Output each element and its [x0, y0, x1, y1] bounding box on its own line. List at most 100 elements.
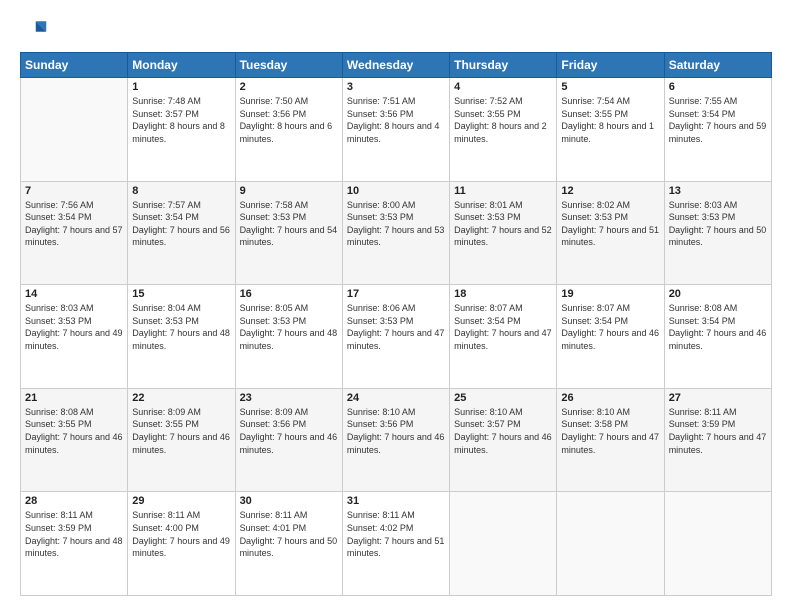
day-info: Sunrise: 8:00 AM Sunset: 3:53 PM Dayligh…: [347, 199, 445, 249]
calendar-cell: 21 Sunrise: 8:08 AM Sunset: 3:55 PM Dayli…: [21, 388, 128, 492]
calendar-cell: 7Sunrise: 7:56 AM Sunset: 3:54 PM Daylig…: [21, 181, 128, 285]
day-number: 18: [454, 288, 552, 300]
day-number: 19: [561, 288, 659, 300]
col-wednesday: Wednesday: [342, 53, 449, 78]
calendar-week-1: 7Sunrise: 7:56 AM Sunset: 3:54 PM Daylig…: [21, 181, 772, 285]
calendar-table: Sunday Monday Tuesday Wednesday Thursday…: [20, 52, 772, 596]
calendar-cell: 5Sunrise: 7:54 AM Sunset: 3:55 PM Daylig…: [557, 78, 664, 182]
day-number: 11: [454, 185, 552, 197]
day-info: Sunrise: 8:11 AM Sunset: 4:01 PM Dayligh…: [240, 509, 338, 559]
day-number: 27: [669, 392, 767, 404]
calendar-cell: 19 Sunrise: 8:07 AM Sunset: 3:54 PM Dayli…: [557, 285, 664, 389]
day-number: 22: [132, 392, 230, 404]
day-number: 23: [240, 392, 338, 404]
day-number: 12: [561, 185, 659, 197]
day-number: 28: [25, 495, 123, 507]
col-thursday: Thursday: [450, 53, 557, 78]
day-number: 30: [240, 495, 338, 507]
day-info: Sunrise: 8:11 AM Sunset: 3:59 PM Dayligh…: [25, 509, 123, 559]
calendar-cell: 24 Sunrise: 8:10 AM Sunset: 3:56 PM Dayli…: [342, 388, 449, 492]
calendar-cell: 16Sunrise: 8:05 AM Sunset: 3:53 PM Dayli…: [235, 285, 342, 389]
day-info: Sunrise: 8:09 AM Sunset: 3:56 PM Dayligh…: [240, 406, 338, 456]
calendar-header-row: Sunday Monday Tuesday Wednesday Thursday…: [21, 53, 772, 78]
day-info: Sunrise: 8:02 AM Sunset: 3:53 PM Dayligh…: [561, 199, 659, 249]
calendar-cell: 17 Sunrise: 8:06 AM Sunset: 3:53 PM Dayli…: [342, 285, 449, 389]
calendar-cell: 23 Sunrise: 8:09 AM Sunset: 3:56 PM Dayli…: [235, 388, 342, 492]
calendar-cell: 2 Sunrise: 7:50 AM Sunset: 3:56 PM Daylig…: [235, 78, 342, 182]
day-info: Sunrise: 8:11 AM Sunset: 4:02 PM Dayligh…: [347, 509, 445, 559]
calendar-cell: 3 Sunrise: 7:51 AM Sunset: 3:56 PM Daylig…: [342, 78, 449, 182]
day-number: 4: [454, 81, 552, 93]
day-info: Sunrise: 8:03 AM Sunset: 3:53 PM Dayligh…: [25, 302, 123, 352]
calendar-cell: [21, 78, 128, 182]
day-number: 17: [347, 288, 445, 300]
calendar-week-4: 28 Sunrise: 8:11 AM Sunset: 3:59 PM Dayli…: [21, 492, 772, 596]
calendar-week-0: 1 Sunrise: 7:48 AM Sunset: 3:57 PM Daylig…: [21, 78, 772, 182]
col-tuesday: Tuesday: [235, 53, 342, 78]
day-number: 26: [561, 392, 659, 404]
day-number: 21: [25, 392, 123, 404]
col-friday: Friday: [557, 53, 664, 78]
page: Sunday Monday Tuesday Wednesday Thursday…: [0, 0, 792, 612]
day-info: Sunrise: 8:06 AM Sunset: 3:53 PM Dayligh…: [347, 302, 445, 352]
day-number: 1: [132, 81, 230, 93]
calendar-cell: 14 Sunrise: 8:03 AM Sunset: 3:53 PM Dayli…: [21, 285, 128, 389]
day-info: Sunrise: 7:51 AM Sunset: 3:56 PM Dayligh…: [347, 95, 445, 145]
day-number: 10: [347, 185, 445, 197]
calendar-cell: 31Sunrise: 8:11 AM Sunset: 4:02 PM Dayli…: [342, 492, 449, 596]
day-info: Sunrise: 7:50 AM Sunset: 3:56 PM Dayligh…: [240, 95, 338, 145]
calendar-cell: 9Sunrise: 7:58 AM Sunset: 3:53 PM Daylig…: [235, 181, 342, 285]
day-info: Sunrise: 7:56 AM Sunset: 3:54 PM Dayligh…: [25, 199, 123, 249]
calendar-cell: 25 Sunrise: 8:10 AM Sunset: 3:57 PM Dayli…: [450, 388, 557, 492]
day-number: 20: [669, 288, 767, 300]
day-info: Sunrise: 8:10 AM Sunset: 3:58 PM Dayligh…: [561, 406, 659, 456]
calendar-cell: 4Sunrise: 7:52 AM Sunset: 3:55 PM Daylig…: [450, 78, 557, 182]
day-info: Sunrise: 8:11 AM Sunset: 3:59 PM Dayligh…: [669, 406, 767, 456]
day-number: 13: [669, 185, 767, 197]
calendar-cell: 8 Sunrise: 7:57 AM Sunset: 3:54 PM Daylig…: [128, 181, 235, 285]
day-number: 15: [132, 288, 230, 300]
calendar-cell: 10 Sunrise: 8:00 AM Sunset: 3:53 PM Dayli…: [342, 181, 449, 285]
day-number: 2: [240, 81, 338, 93]
day-info: Sunrise: 7:57 AM Sunset: 3:54 PM Dayligh…: [132, 199, 230, 249]
col-monday: Monday: [128, 53, 235, 78]
day-number: 3: [347, 81, 445, 93]
day-number: 14: [25, 288, 123, 300]
calendar-cell: 12 Sunrise: 8:02 AM Sunset: 3:53 PM Dayli…: [557, 181, 664, 285]
day-number: 8: [132, 185, 230, 197]
day-number: 5: [561, 81, 659, 93]
calendar-cell: 22Sunrise: 8:09 AM Sunset: 3:55 PM Dayli…: [128, 388, 235, 492]
day-info: Sunrise: 8:05 AM Sunset: 3:53 PM Dayligh…: [240, 302, 338, 352]
calendar-cell: [664, 492, 771, 596]
calendar-cell: 1 Sunrise: 7:48 AM Sunset: 3:57 PM Daylig…: [128, 78, 235, 182]
day-info: Sunrise: 8:08 AM Sunset: 3:55 PM Dayligh…: [25, 406, 123, 456]
calendar-cell: 28 Sunrise: 8:11 AM Sunset: 3:59 PM Dayli…: [21, 492, 128, 596]
day-number: 29: [132, 495, 230, 507]
header: [20, 16, 772, 44]
day-info: Sunrise: 8:11 AM Sunset: 4:00 PM Dayligh…: [132, 509, 230, 559]
col-sunday: Sunday: [21, 53, 128, 78]
calendar-cell: 27 Sunrise: 8:11 AM Sunset: 3:59 PM Dayli…: [664, 388, 771, 492]
calendar-cell: 6Sunrise: 7:55 AM Sunset: 3:54 PM Daylig…: [664, 78, 771, 182]
day-info: Sunrise: 8:07 AM Sunset: 3:54 PM Dayligh…: [454, 302, 552, 352]
day-info: Sunrise: 7:48 AM Sunset: 3:57 PM Dayligh…: [132, 95, 230, 145]
day-info: Sunrise: 8:08 AM Sunset: 3:54 PM Dayligh…: [669, 302, 767, 352]
col-saturday: Saturday: [664, 53, 771, 78]
day-info: Sunrise: 8:10 AM Sunset: 3:56 PM Dayligh…: [347, 406, 445, 456]
day-info: Sunrise: 8:03 AM Sunset: 3:53 PM Dayligh…: [669, 199, 767, 249]
day-info: Sunrise: 8:10 AM Sunset: 3:57 PM Dayligh…: [454, 406, 552, 456]
calendar-cell: 13 Sunrise: 8:03 AM Sunset: 3:53 PM Dayli…: [664, 181, 771, 285]
day-number: 24: [347, 392, 445, 404]
calendar-week-3: 21 Sunrise: 8:08 AM Sunset: 3:55 PM Dayli…: [21, 388, 772, 492]
day-info: Sunrise: 8:04 AM Sunset: 3:53 PM Dayligh…: [132, 302, 230, 352]
day-number: 25: [454, 392, 552, 404]
calendar-week-2: 14 Sunrise: 8:03 AM Sunset: 3:53 PM Dayli…: [21, 285, 772, 389]
day-number: 6: [669, 81, 767, 93]
logo: [20, 16, 52, 44]
calendar-cell: 18 Sunrise: 8:07 AM Sunset: 3:54 PM Dayli…: [450, 285, 557, 389]
logo-icon: [20, 16, 48, 44]
calendar-cell: 11 Sunrise: 8:01 AM Sunset: 3:53 PM Dayli…: [450, 181, 557, 285]
day-info: Sunrise: 8:07 AM Sunset: 3:54 PM Dayligh…: [561, 302, 659, 352]
day-info: Sunrise: 8:01 AM Sunset: 3:53 PM Dayligh…: [454, 199, 552, 249]
calendar-cell: 26 Sunrise: 8:10 AM Sunset: 3:58 PM Dayli…: [557, 388, 664, 492]
